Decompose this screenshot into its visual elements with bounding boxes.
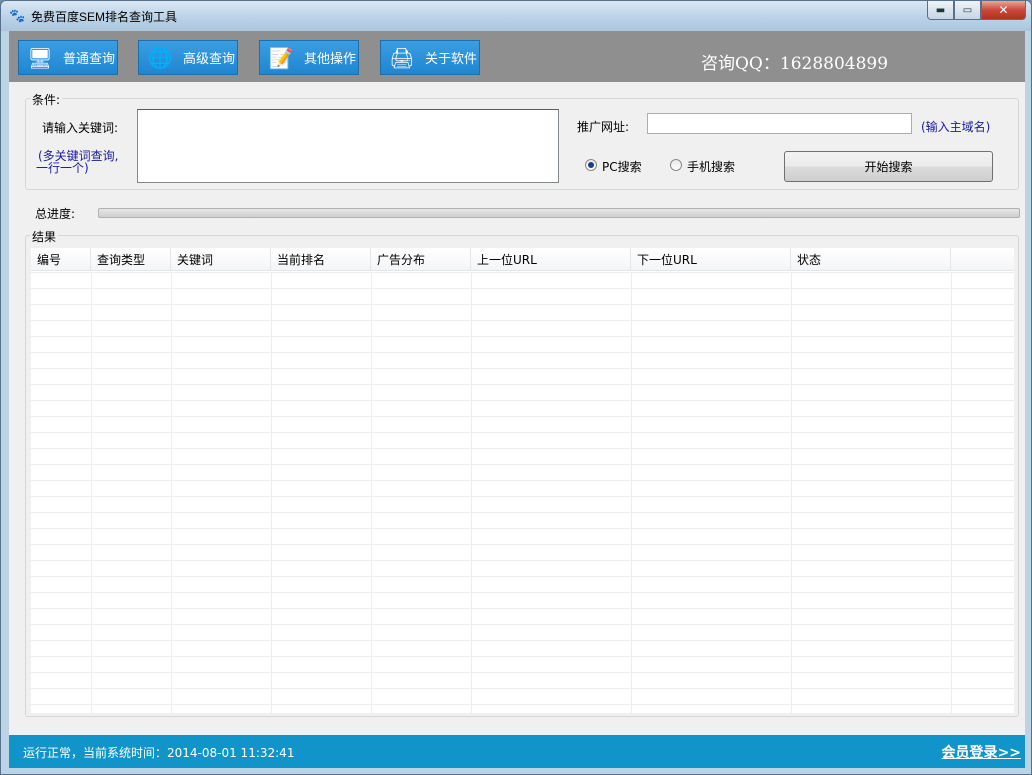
other-operations-button[interactable]: 📝 其他操作	[259, 40, 359, 75]
conditions-legend: 条件:	[30, 91, 63, 108]
mobile-search-radio[interactable]	[670, 159, 682, 171]
window-controls: ▬ ▭ ✕	[927, 1, 1026, 21]
advanced-query-button[interactable]: 🌐 高级查询	[138, 40, 238, 75]
start-search-button[interactable]: 开始搜索	[784, 151, 993, 182]
notepad-icon: 📝	[268, 45, 294, 70]
col-header-query-type[interactable]: 查询类型	[91, 248, 171, 271]
col-header-prev-url[interactable]: 上一位URL	[471, 248, 631, 271]
paw-icon: 🐾	[9, 9, 26, 24]
member-login-link[interactable]: 会员登录>>	[942, 742, 1021, 762]
keyword-input[interactable]	[137, 109, 559, 183]
column-divider	[371, 272, 372, 713]
column-divider	[631, 272, 632, 713]
column-divider	[91, 272, 92, 713]
advanced-query-label: 高级查询	[183, 52, 236, 67]
col-header-filler	[951, 248, 1014, 271]
keyword-label: 请输入关键词:	[42, 121, 119, 135]
column-divider	[951, 272, 952, 713]
column-divider	[171, 272, 172, 713]
mobile-search-label[interactable]: 手机搜索	[687, 158, 735, 175]
results-table[interactable]: 编号 查询类型 关键词 当前排名 广告分布 上一位URL 下一位URL 状态	[31, 248, 1014, 713]
results-legend: 结果	[30, 228, 59, 245]
progress-label: 总进度:	[35, 207, 76, 221]
pc-search-label[interactable]: PC搜索	[602, 158, 642, 175]
minimize-button[interactable]: ▬	[927, 1, 954, 20]
printer-icon: 🖨	[389, 45, 415, 70]
url-hint: (输入主域名)	[921, 120, 991, 134]
normal-query-label: 普通查询	[63, 52, 116, 67]
column-divider	[471, 272, 472, 713]
close-button[interactable]: ✕	[981, 1, 1026, 20]
toolbar: 🖥 普通查询 🌐 高级查询 📝 其他操作 🖨 关于软件 咨询QQ：1628804…	[9, 31, 1025, 82]
title-bar[interactable]: 🐾 免费百度SEM排名查询工具 ▬ ▭ ✕	[1, 1, 1031, 31]
promotion-url-input[interactable]	[647, 113, 912, 134]
network-icon: 🌐	[147, 45, 173, 70]
window-title: 免费百度SEM排名查询工具	[31, 10, 178, 24]
col-header-keyword[interactable]: 关键词	[171, 248, 271, 271]
column-divider	[791, 272, 792, 713]
main-panel: 条件: 请输入关键词: (多关键词查询, 一行一个) 推广网址: (输入主域名)…	[9, 82, 1025, 735]
qq-contact: 咨询QQ：1628804899	[701, 54, 889, 74]
status-text: 运行正常，当前系统时间：2014-08-01 11:32:41	[23, 746, 295, 760]
app-window: 🐾 免费百度SEM排名查询工具 ▬ ▭ ✕ 🖥 普通查询 🌐 高级查询 📝 其他…	[0, 0, 1032, 775]
about-software-label: 关于软件	[425, 52, 478, 67]
computer-icon: 🖥	[27, 45, 53, 70]
column-divider	[271, 272, 272, 713]
status-bar: 运行正常，当前系统时间：2014-08-01 11:32:41 会员登录>>	[9, 735, 1025, 768]
col-header-status[interactable]: 状态	[791, 248, 951, 271]
conditions-group: 条件: 请输入关键词: (多关键词查询, 一行一个) 推广网址: (输入主域名)…	[25, 91, 1019, 190]
normal-query-button[interactable]: 🖥 普通查询	[18, 40, 118, 75]
url-label: 推广网址:	[577, 120, 630, 134]
col-header-next-url[interactable]: 下一位URL	[631, 248, 791, 271]
col-header-ad-distribution[interactable]: 广告分布	[371, 248, 471, 271]
pc-search-radio[interactable]	[585, 159, 597, 171]
col-header-id[interactable]: 编号	[31, 248, 91, 271]
table-body[interactable]	[31, 272, 1014, 713]
col-header-current-rank[interactable]: 当前排名	[271, 248, 371, 271]
progress-bar	[98, 208, 1020, 218]
keyword-hint-line2: 一行一个)	[36, 161, 89, 175]
table-header: 编号 查询类型 关键词 当前排名 广告分布 上一位URL 下一位URL 状态	[31, 248, 1014, 271]
maximize-button[interactable]: ▭	[954, 1, 981, 20]
other-operations-label: 其他操作	[304, 52, 357, 67]
about-software-button[interactable]: 🖨 关于软件	[380, 40, 480, 75]
